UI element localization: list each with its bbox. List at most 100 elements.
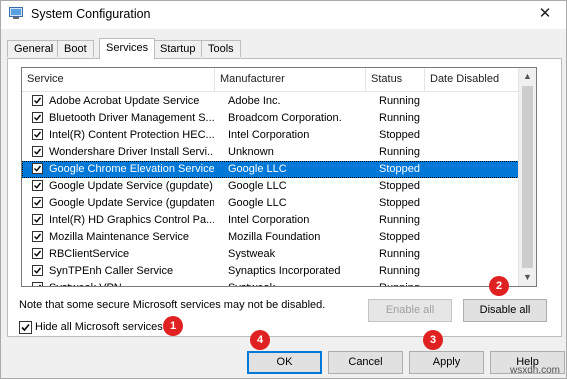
status-cell: Running xyxy=(379,248,420,260)
table-row[interactable]: Mozilla Maintenance Service Mozilla Found… xyxy=(22,229,519,246)
service-name-cell: RBClientService xyxy=(49,248,130,260)
scroll-down-icon[interactable]: ▼ xyxy=(519,269,536,286)
service-checkbox[interactable] xyxy=(32,248,43,259)
table-row[interactable]: Intel(R) HD Graphics Control Pa... Intel … xyxy=(22,212,519,229)
checkmark-icon xyxy=(34,267,42,274)
table-row[interactable]: Google Chrome Elevation Service Google LL… xyxy=(22,161,519,178)
service-checkbox[interactable] xyxy=(32,282,43,286)
service-checkbox[interactable] xyxy=(32,265,43,276)
service-name-cell: Intel(R) HD Graphics Control Pa... xyxy=(49,214,214,226)
title-bar: System Configuration ✕ xyxy=(1,1,566,29)
window-title: System Configuration xyxy=(31,7,151,21)
system-configuration-icon xyxy=(9,7,23,19)
service-checkbox[interactable] xyxy=(32,95,43,106)
checkmark-icon xyxy=(34,165,42,172)
watermark: wsxdn.com xyxy=(509,365,560,376)
service-name-cell: Bluetooth Driver Management S... xyxy=(49,112,214,124)
service-checkbox[interactable] xyxy=(32,214,43,225)
status-cell: Running xyxy=(379,112,420,124)
status-cell: Running xyxy=(379,95,420,107)
scroll-up-icon[interactable]: ▲ xyxy=(519,68,536,85)
disable-all-button[interactable]: Disable all xyxy=(463,299,547,322)
service-name-cell: Google Update Service (gupdatem) xyxy=(49,197,214,209)
column-header-manufacturer[interactable]: Manufacturer xyxy=(215,68,366,91)
column-header-service[interactable]: Service xyxy=(22,68,215,91)
enable-all-button[interactable]: Enable all xyxy=(368,299,452,322)
status-cell: Running xyxy=(379,265,420,277)
checkmark-icon xyxy=(34,250,42,257)
scrollbar-thumb[interactable] xyxy=(522,86,533,268)
checkmark-icon xyxy=(34,97,42,104)
table-row[interactable]: Wondershare Driver Install Servi... Unkno… xyxy=(22,144,519,161)
manufacturer-cell: Systweak xyxy=(228,248,276,260)
manufacturer-cell: Intel Corporation xyxy=(228,129,310,141)
marker-2: 2 xyxy=(489,276,509,296)
column-header-date-disabled[interactable]: Date Disabled xyxy=(425,68,519,91)
tab-tools[interactable]: Tools xyxy=(201,40,241,57)
services-list[interactable]: Service Manufacturer Status Date Disable… xyxy=(21,67,537,287)
tab-general[interactable]: General xyxy=(7,40,61,57)
service-checkbox[interactable] xyxy=(32,197,43,208)
table-row[interactable]: SynTPEnh Caller Service Synaptics Incorpo… xyxy=(22,263,519,280)
status-cell: Running xyxy=(379,214,420,226)
close-icon[interactable]: ✕ xyxy=(528,1,562,27)
column-header-status[interactable]: Status xyxy=(366,68,425,91)
manufacturer-cell: Google LLC xyxy=(228,180,287,192)
checkmark-icon xyxy=(21,323,30,332)
table-row[interactable]: Systweak VPN Systweak Running xyxy=(22,280,519,286)
marker-4: 4 xyxy=(250,330,270,350)
table-row[interactable]: Bluetooth Driver Management S... Broadcom… xyxy=(22,110,519,127)
service-name-cell: Adobe Acrobat Update Service xyxy=(49,95,200,107)
checkmark-icon xyxy=(34,114,42,121)
service-checkbox[interactable] xyxy=(32,231,43,242)
service-name-cell: Intel(R) Content Protection HEC... xyxy=(49,129,214,141)
tab-services[interactable]: Services xyxy=(99,38,156,59)
status-cell: Stopped xyxy=(379,231,420,243)
table-row[interactable]: Intel(R) Content Protection HEC... Intel … xyxy=(22,127,519,144)
vertical-scrollbar[interactable]: ▲ ▼ xyxy=(518,68,536,286)
table-row[interactable]: RBClientService Systweak Running xyxy=(22,246,519,263)
checkmark-icon xyxy=(34,199,42,206)
tab-boot[interactable]: Boot xyxy=(57,40,94,57)
manufacturer-cell: Google LLC xyxy=(228,163,287,175)
service-name-cell: Google Update Service (gupdate) xyxy=(49,180,213,192)
system-configuration-window: System Configuration ✕ General Boot Serv… xyxy=(0,0,567,379)
service-checkbox[interactable] xyxy=(32,146,43,157)
cancel-button[interactable]: Cancel xyxy=(328,351,403,374)
manufacturer-cell: Broadcom Corporation. xyxy=(228,112,342,124)
manufacturer-cell: Intel Corporation xyxy=(228,214,310,226)
status-cell: Stopped xyxy=(379,129,420,141)
service-checkbox[interactable] xyxy=(32,163,43,174)
ok-button[interactable]: OK xyxy=(247,351,322,374)
manufacturer-cell: Adobe Inc. xyxy=(228,95,281,107)
checkmark-icon xyxy=(34,182,42,189)
hide-ms-services-checkbox[interactable] xyxy=(19,321,32,334)
status-cell: Stopped xyxy=(379,163,420,175)
apply-button[interactable]: Apply xyxy=(409,351,484,374)
checkmark-icon xyxy=(34,131,42,138)
table-row[interactable]: Adobe Acrobat Update Service Adobe Inc. Ru… xyxy=(22,93,519,110)
status-cell: Running xyxy=(379,280,434,286)
service-name-cell: Mozilla Maintenance Service xyxy=(49,231,190,243)
manufacturer-cell: Mozilla Foundation xyxy=(228,231,321,243)
manufacturer-cell: Synaptics Incorporated xyxy=(228,265,341,277)
manufacturer-cell: Google LLC xyxy=(228,197,287,209)
service-name-cell: SynTPEnh Caller Service xyxy=(49,265,174,277)
status-cell: Stopped xyxy=(379,197,420,209)
service-checkbox[interactable] xyxy=(32,180,43,191)
service-checkbox[interactable] xyxy=(32,129,43,140)
marker-3: 3 xyxy=(423,330,443,350)
service-checkbox[interactable] xyxy=(32,112,43,123)
services-panel: Service Manufacturer Status Date Disable… xyxy=(7,58,562,337)
hide-ms-services-label[interactable]: Hide all Microsoft services xyxy=(35,321,163,333)
table-row[interactable]: Google Update Service (gupdate) Google LL… xyxy=(22,178,519,195)
manufacturer-cell: Systweak xyxy=(228,280,368,286)
tab-startup[interactable]: Startup xyxy=(153,40,203,57)
checkmark-icon xyxy=(34,148,42,155)
table-row[interactable]: Google Update Service (gupdatem) Google L… xyxy=(22,195,519,212)
list-header: Service Manufacturer Status Date Disable… xyxy=(22,68,519,92)
manufacturer-cell: Unknown xyxy=(228,146,274,158)
checkmark-icon xyxy=(34,233,42,240)
secure-services-note: Note that some secure Microsoft services… xyxy=(19,299,326,311)
service-name-cell: Wondershare Driver Install Servi... xyxy=(49,146,214,158)
